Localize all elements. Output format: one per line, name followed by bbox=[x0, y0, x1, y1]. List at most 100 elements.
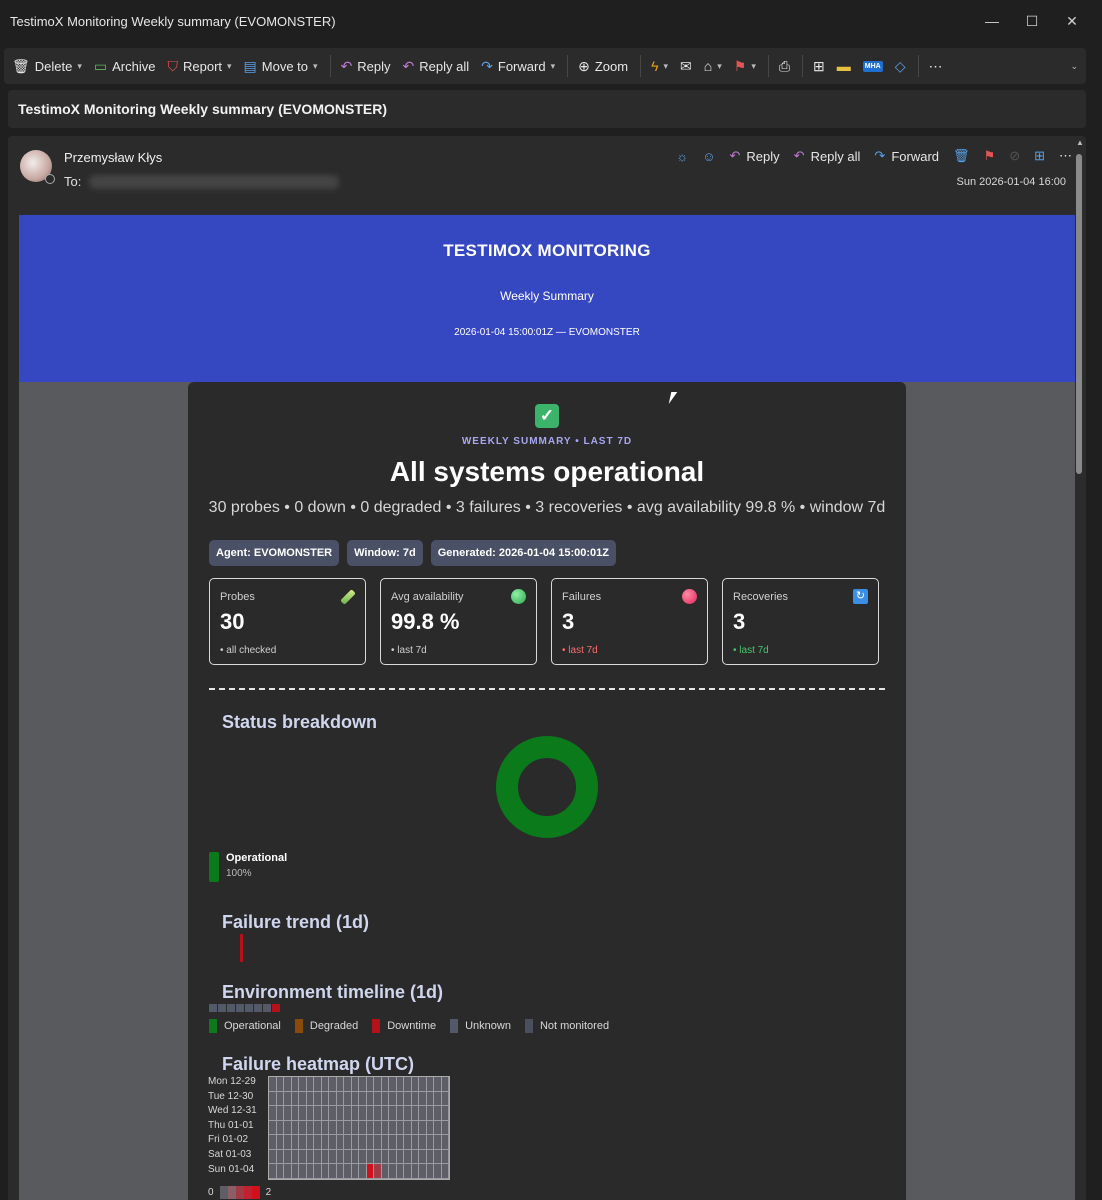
heatmap-cell bbox=[396, 1077, 404, 1092]
heatmap-cell bbox=[291, 1135, 299, 1150]
heatmap-cell bbox=[359, 1164, 367, 1179]
info-pills: Agent: EVOMONSTER Window: 7d Generated: … bbox=[209, 540, 616, 566]
toolbar-divider bbox=[917, 55, 919, 77]
chevron-down-icon[interactable]: ▾ bbox=[717, 61, 722, 72]
apps-button[interactable]: ⊞ bbox=[813, 58, 825, 75]
zoom-button[interactable]: ⊕ Zoom bbox=[578, 58, 628, 75]
forward-button[interactable]: ↷ Forward ▾ bbox=[481, 58, 555, 75]
metric-cards: Probes 30 • all checked Avg availability… bbox=[209, 578, 879, 665]
heatmap-cell bbox=[381, 1077, 389, 1092]
heatmap-cell bbox=[314, 1120, 322, 1135]
reply-all-button[interactable]: ↶ Reply all bbox=[794, 148, 861, 164]
heatmap-cell bbox=[269, 1135, 277, 1150]
ellipsis-icon[interactable]: ⋯ bbox=[1059, 148, 1072, 164]
legend-item: Operational bbox=[209, 1019, 281, 1033]
heatmap-cell bbox=[299, 1164, 307, 1179]
lightning-icon: ϟ bbox=[651, 58, 659, 74]
chevron-down-icon[interactable]: ▾ bbox=[313, 61, 318, 72]
delete-button[interactable]: 🗑 Delete ▾ bbox=[12, 58, 82, 75]
block-icon[interactable]: ⊘ bbox=[1009, 148, 1020, 164]
heatmap-cell bbox=[434, 1120, 442, 1135]
heatmap-cell bbox=[344, 1091, 352, 1106]
report-button[interactable]: ⛉ Report ▾ bbox=[167, 58, 231, 75]
timeline-cell-unknown bbox=[254, 1004, 262, 1012]
expand-ribbon-button[interactable]: ⌄ bbox=[1070, 61, 1078, 72]
timeline-cell-unknown bbox=[236, 1004, 244, 1012]
flag-icon[interactable]: ⚑ bbox=[984, 148, 996, 164]
print-button[interactable]: ⎙ bbox=[779, 58, 790, 75]
reply-all-button[interactable]: ↶ Reply all bbox=[403, 58, 470, 75]
trash-icon[interactable]: 🗑 bbox=[953, 148, 970, 164]
tag-button[interactable]: ⌂ ▾ bbox=[704, 58, 722, 74]
heatmap-cell bbox=[291, 1106, 299, 1121]
scrollbar[interactable]: ▲ bbox=[1074, 136, 1086, 1200]
zoom-icon: ⊕ bbox=[578, 57, 590, 74]
toolbar-divider bbox=[640, 55, 642, 77]
chevron-down-icon[interactable]: ▾ bbox=[77, 61, 82, 72]
heatmap-cell bbox=[381, 1164, 389, 1179]
heatmap-cell bbox=[404, 1120, 412, 1135]
chevron-down-icon[interactable]: ▾ bbox=[663, 61, 668, 72]
heatmap-cell bbox=[419, 1135, 427, 1150]
heatmap-cell bbox=[314, 1077, 322, 1092]
maximize-icon[interactable]: ☐ bbox=[1012, 13, 1052, 30]
heatmap-cell bbox=[306, 1135, 314, 1150]
scroll-up-icon[interactable]: ▲ bbox=[1076, 138, 1084, 147]
reply-icon: ↶ bbox=[729, 148, 741, 163]
heatmap-cell bbox=[419, 1164, 427, 1179]
red-circle-icon bbox=[682, 589, 697, 604]
move-to-button[interactable]: ▤ Move to ▾ bbox=[244, 58, 318, 75]
heatmap-cell bbox=[321, 1149, 329, 1164]
heatmap-cell bbox=[329, 1149, 337, 1164]
heatmap-cell bbox=[396, 1135, 404, 1150]
recipient-redacted[interactable] bbox=[89, 174, 340, 189]
chevron-down-icon[interactable]: ▾ bbox=[227, 61, 232, 72]
emoji-icon[interactable]: ☺ bbox=[702, 149, 715, 164]
heatmap-cell bbox=[306, 1077, 314, 1092]
heatmap-cell bbox=[276, 1149, 284, 1164]
failure-trend-title: Failure trend (1d) bbox=[222, 912, 370, 932]
heatmap-cell bbox=[366, 1120, 374, 1135]
heatmap-cell bbox=[359, 1120, 367, 1135]
addin-button[interactable]: ▬ bbox=[837, 58, 851, 74]
status-breakdown-title: Status breakdown bbox=[222, 712, 378, 732]
chevron-down-icon[interactable]: ▾ bbox=[751, 61, 756, 72]
heatmap-cell bbox=[396, 1120, 404, 1135]
apps-grid-icon[interactable]: ⊞ bbox=[1034, 148, 1045, 164]
heatmap-cell bbox=[396, 1106, 404, 1121]
heatmap-cell bbox=[291, 1149, 299, 1164]
heatmap-cell bbox=[366, 1164, 374, 1179]
heatmap-cell bbox=[336, 1120, 344, 1135]
reply-button[interactable]: ↶ Reply bbox=[730, 148, 780, 164]
mha-button[interactable]: MHA bbox=[862, 60, 883, 72]
legend-operational-pct: 100% bbox=[226, 868, 252, 879]
heatmap-cell bbox=[434, 1135, 442, 1150]
avatar[interactable] bbox=[20, 150, 55, 184]
subject-line: TestimoX Monitoring Weekly summary (EVOM… bbox=[8, 90, 1086, 128]
sun-icon[interactable]: ☼ bbox=[676, 149, 688, 164]
chevron-down-icon[interactable]: ▾ bbox=[551, 61, 556, 72]
scrollbar-thumb[interactable] bbox=[1076, 154, 1082, 474]
minimize-icon[interactable]: — bbox=[972, 13, 1012, 29]
forward-button[interactable]: ↷ Forward bbox=[874, 148, 939, 164]
heatmap-cell bbox=[426, 1135, 434, 1150]
flag-button[interactable]: ⚑ ▾ bbox=[734, 58, 756, 75]
heatmap-cell bbox=[434, 1091, 442, 1106]
reply-button[interactable]: ↶ Reply bbox=[341, 58, 391, 75]
archive-button[interactable]: ▭ Archive bbox=[94, 58, 156, 75]
forward-icon: ↷ bbox=[481, 57, 493, 74]
apps-grid-icon: ⊞ bbox=[813, 57, 825, 74]
close-icon[interactable]: ✕ bbox=[1052, 13, 1092, 30]
more-options-button[interactable]: ⋯ bbox=[929, 58, 943, 75]
heatmap-cell bbox=[396, 1149, 404, 1164]
heatmap-cell bbox=[269, 1149, 277, 1164]
quick-steps-button[interactable]: ϟ ▾ bbox=[651, 58, 668, 74]
heatmap-cell bbox=[276, 1135, 284, 1150]
legend-operational-label: Operational bbox=[226, 852, 288, 864]
heatmap-cell bbox=[359, 1077, 367, 1092]
mark-read-button[interactable]: ✉ bbox=[680, 58, 692, 75]
heatmap-cell bbox=[404, 1106, 412, 1121]
sender-name[interactable]: Przemysław Kłys bbox=[64, 150, 162, 165]
loop-button[interactable]: ◇ bbox=[895, 58, 906, 75]
heatmap-cell bbox=[419, 1091, 427, 1106]
